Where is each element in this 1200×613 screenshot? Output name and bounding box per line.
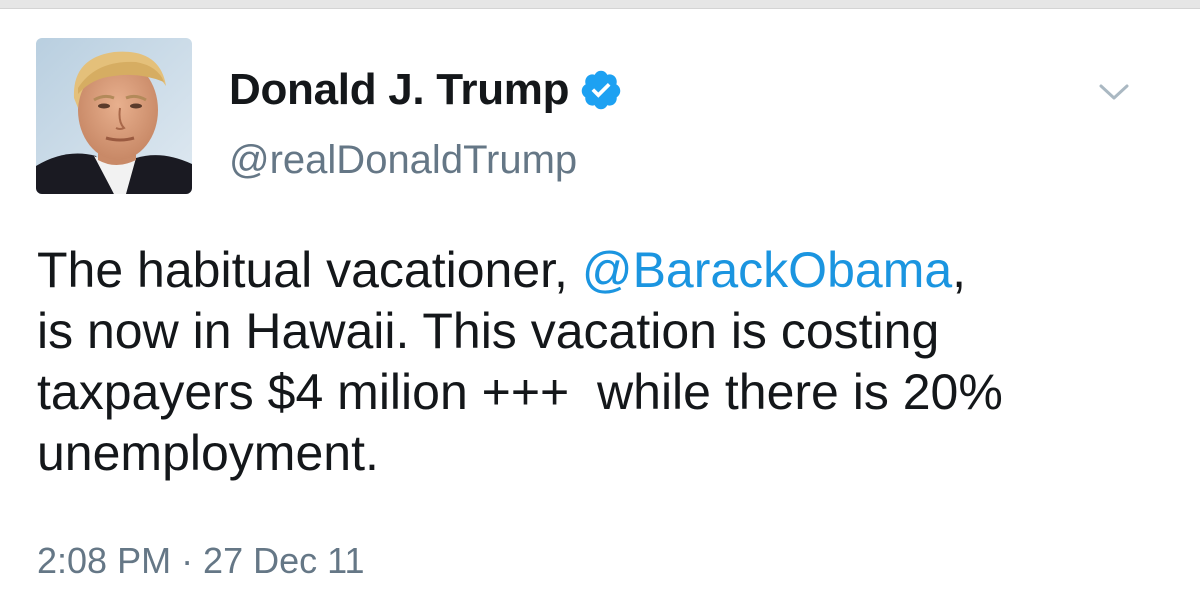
tweet-text-line-3: taxpayers $4 milion +++ while there is 2… [37, 364, 1003, 420]
tweet-text-line-4: unemployment. [37, 425, 379, 481]
mention-link[interactable]: @BarackObama [582, 242, 952, 298]
timestamp[interactable]: 2:08 PM · 27 Dec 11 [37, 540, 365, 582]
verified-badge-icon [579, 68, 623, 112]
tweet-card: Donald J. Trump @realDonaldTrump The hab… [0, 8, 1200, 613]
tweet-text: The habitual vacationer, @BarackObama, i… [37, 240, 1177, 484]
display-name[interactable]: Donald J. Trump [229, 65, 570, 115]
text-segment: The habitual vacationer, [37, 242, 582, 298]
author-handle[interactable]: @realDonaldTrump [229, 138, 577, 183]
author-name-row: Donald J. Trump [229, 64, 623, 116]
tweet-text-line-2: is now in Hawaii. This vacation is costi… [37, 303, 940, 359]
text-segment: , [952, 242, 967, 298]
avatar-image [36, 38, 192, 194]
tweet-text-line-1: The habitual vacationer, @BarackObama, [37, 240, 1177, 301]
chevron-down-icon[interactable] [1094, 72, 1134, 112]
avatar[interactable] [36, 38, 192, 194]
